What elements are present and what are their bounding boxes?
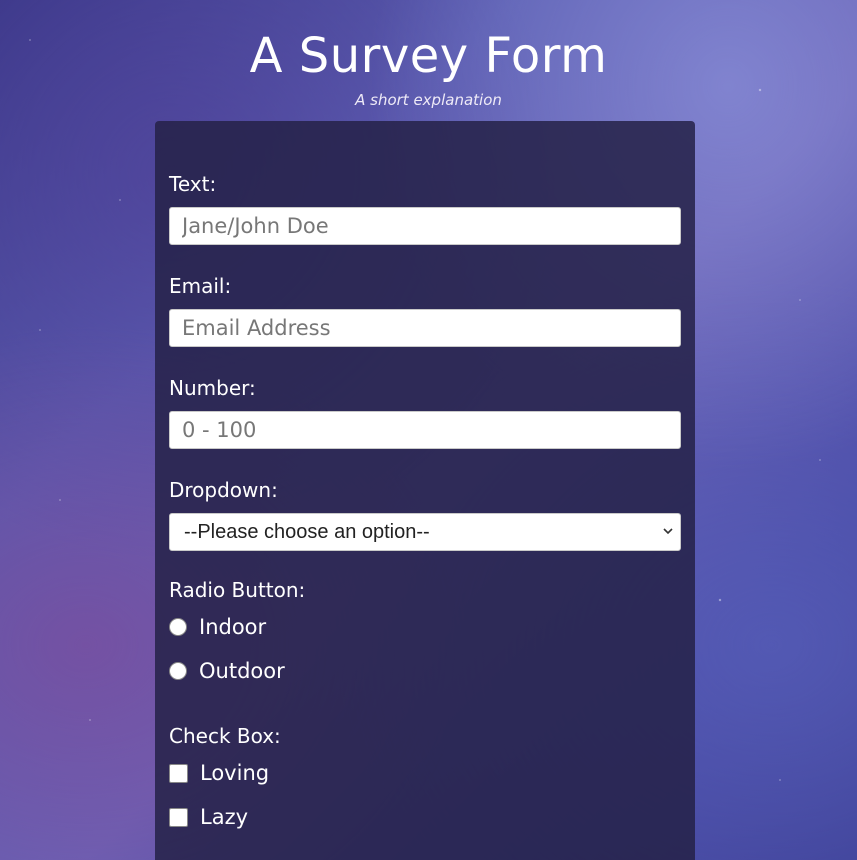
text-group: Text: [169, 171, 681, 245]
page-header: A Survey Form A short explanation [0, 0, 857, 110]
checkbox-lazy[interactable] [169, 807, 188, 827]
survey-form: Text: Email: Number: Dropdown: --Please … [155, 121, 695, 860]
radio-group: Radio Button: Indoor Outdoor [169, 577, 681, 693]
dropdown-label: Dropdown: [169, 478, 278, 502]
dropdown-selected-value: --Please choose an option-- [184, 521, 430, 543]
number-label: Number: [169, 376, 256, 400]
checkbox-loving[interactable] [169, 763, 188, 783]
radio-label: Radio Button: [169, 578, 306, 602]
chevron-down-icon [662, 514, 674, 563]
number-input[interactable] [169, 411, 681, 449]
name-input[interactable] [169, 207, 681, 245]
text-label: Text: [169, 172, 217, 196]
checkbox-option-lazy[interactable]: Lazy [169, 795, 681, 839]
checkbox-option-label: Loving [200, 761, 270, 785]
radio-option-label: Indoor [199, 615, 267, 639]
radio-option-label: Outdoor [199, 659, 285, 683]
dropdown-group: Dropdown: --Please choose an option-- [169, 477, 681, 551]
radio-button-outdoor[interactable] [169, 662, 187, 680]
checkbox-option-loving[interactable]: Loving [169, 751, 681, 795]
checkbox-group: Check Box: Loving Lazy [169, 723, 681, 839]
number-group: Number: [169, 375, 681, 449]
page-title: A Survey Form [249, 28, 608, 84]
email-group: Email: [169, 273, 681, 347]
page-subtitle: A short explanation [355, 91, 502, 109]
radio-option-outdoor[interactable]: Outdoor [169, 649, 681, 693]
email-input[interactable] [169, 309, 681, 347]
email-label: Email: [169, 274, 232, 298]
checkbox-option-label: Lazy [200, 805, 249, 829]
checkbox-label: Check Box: [169, 724, 281, 748]
radio-button-indoor[interactable] [169, 618, 187, 636]
dropdown-select[interactable]: --Please choose an option-- [169, 513, 681, 551]
radio-option-indoor[interactable]: Indoor [169, 605, 681, 649]
